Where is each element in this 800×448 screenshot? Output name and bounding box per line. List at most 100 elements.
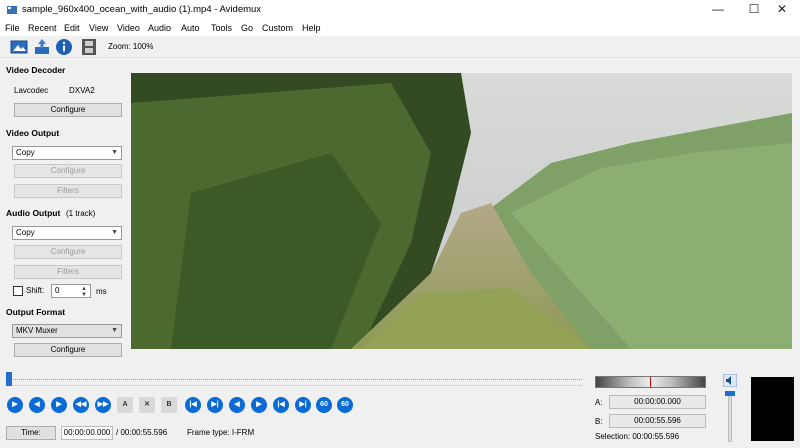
menu-help[interactable]: Help <box>302 23 321 33</box>
previous-frame-button[interactable]: ◀ <box>29 397 45 413</box>
marker-b-field[interactable]: 00:00:55.596 <box>609 414 706 428</box>
video-configure-button[interactable]: Configure <box>14 164 122 178</box>
muxer-value: MKV Muxer <box>16 326 58 335</box>
video-codec-value: Copy <box>16 148 35 157</box>
info-icon[interactable] <box>55 38 73 56</box>
set-marker-b-icon: B <box>166 401 172 408</box>
selection-duration: Selection: 00:00:55.596 <box>595 432 680 441</box>
menu-video[interactable]: Video <box>117 23 140 33</box>
avidemux-app-icon <box>7 6 17 14</box>
clear-markers-icon: ✕ <box>144 401 150 408</box>
jog-center-marker <box>650 377 651 387</box>
back-60s-icon: 60 <box>320 401 328 408</box>
time-button[interactable]: Time: <box>6 426 56 440</box>
total-time: / 00:00:55.596 <box>116 428 168 437</box>
menu-view[interactable]: View <box>89 23 108 33</box>
marker-a-label: A: <box>595 398 603 407</box>
fast-forward-button[interactable]: ▶▶ <box>95 397 111 413</box>
rewind-icon: ◀◀ <box>75 401 87 408</box>
next-keyframe-button[interactable]: ▶| <box>207 397 223 413</box>
previous-keyframe-icon: |◀ <box>189 401 197 408</box>
chevron-down-icon: ▼ <box>111 149 118 156</box>
set-marker-a-button[interactable]: A <box>117 397 133 413</box>
video-filters-button[interactable]: Filters <box>14 184 122 198</box>
decoder-configure-button[interactable]: Configure <box>14 103 122 117</box>
minimize-button[interactable]: — <box>700 0 736 20</box>
shift-spinbox[interactable]: 0 ▲ ▼ <box>51 284 91 298</box>
previous-keyframe-button[interactable]: |◀ <box>185 397 201 413</box>
shift-label: Shift: <box>26 286 45 295</box>
chevron-down-icon: ▼ <box>111 327 118 334</box>
rewind-button[interactable]: ◀◀ <box>73 397 89 413</box>
previous-black-frame-icon: ◀ <box>234 401 240 408</box>
previous-black-frame-button[interactable]: ◀ <box>229 397 245 413</box>
timeline-slider[interactable] <box>4 369 586 391</box>
goto-end-icon: ▶| <box>299 401 307 408</box>
menu-tools[interactable]: Tools <box>211 23 232 33</box>
menu-auto[interactable]: Auto <box>181 23 200 33</box>
output-format-title: Output Format <box>6 307 66 317</box>
decoder-label: Lavcodec <box>14 86 49 95</box>
window-title: sample_960x400_ocean_with_audio (1).mp4 … <box>22 4 262 15</box>
next-black-frame-button[interactable]: ▶ <box>251 397 267 413</box>
goto-start-button[interactable]: |◀ <box>273 397 289 413</box>
timeline-handle[interactable] <box>6 372 12 386</box>
volume-slider[interactable] <box>725 391 735 442</box>
set-marker-a-icon: A <box>122 401 128 408</box>
audio-output-title: Audio Output <box>6 208 61 218</box>
menu-recent[interactable]: Recent <box>28 23 57 33</box>
menu-audio[interactable]: Audio <box>148 23 171 33</box>
audio-codec-value: Copy <box>16 228 35 237</box>
open-file-icon[interactable] <box>10 38 28 56</box>
audio-meter <box>751 377 794 441</box>
play-button[interactable]: ▶ <box>7 397 23 413</box>
goto-end-button[interactable]: ▶| <box>295 397 311 413</box>
set-marker-b-button[interactable]: B <box>161 397 177 413</box>
play-icon: ▶ <box>12 401 18 408</box>
menu-file[interactable]: File <box>5 23 20 33</box>
next-frame-icon: ▶ <box>56 401 62 408</box>
shift-checkbox[interactable] <box>13 286 23 296</box>
marker-b-label: B: <box>595 417 603 426</box>
menu-edit[interactable]: Edit <box>64 23 80 33</box>
marker-a-field[interactable]: 00:00:00.000 <box>609 395 706 409</box>
film-strip-icon[interactable] <box>80 38 98 56</box>
audio-codec-select[interactable]: Copy ▼ <box>12 226 122 240</box>
title-bar: sample_960x400_ocean_with_audio (1).mp4 … <box>0 0 800 20</box>
video-codec-select[interactable]: Copy ▼ <box>12 146 122 160</box>
audio-configure-button[interactable]: Configure <box>14 245 122 259</box>
zoom-level: Zoom: 100% <box>108 42 154 51</box>
shift-value: 0 <box>55 286 60 295</box>
next-black-frame-icon: ▶ <box>256 401 262 408</box>
menu-custom[interactable]: Custom <box>262 23 293 33</box>
muxer-select[interactable]: MKV Muxer ▼ <box>12 324 122 338</box>
audio-filters-button[interactable]: Filters <box>14 265 122 279</box>
shuttle-jog-bar[interactable] <box>595 376 706 388</box>
video-output-title: Video Output <box>6 128 60 138</box>
shift-unit: ms <box>96 287 107 296</box>
next-frame-button[interactable]: ▶ <box>51 397 67 413</box>
speaker-icon[interactable] <box>723 374 737 387</box>
muxer-configure-button[interactable]: Configure <box>14 343 122 357</box>
forward-60s-button[interactable]: 60 <box>337 397 353 413</box>
frame-type: Frame type: I-FRM <box>187 428 255 437</box>
chevron-down-icon: ▼ <box>111 229 118 236</box>
menu-go[interactable]: Go <box>241 23 253 33</box>
current-time-field[interactable]: 00:00:00.000 <box>61 426 113 440</box>
close-button[interactable]: ✕ <box>764 0 800 20</box>
menu-bar: File Recent Edit View Video Audio Auto T… <box>0 20 800 36</box>
clear-markers-button[interactable]: ✕ <box>139 397 155 413</box>
save-file-icon[interactable] <box>33 38 51 56</box>
audio-track-count: (1 track) <box>66 209 96 218</box>
volume-handle[interactable] <box>725 391 735 396</box>
toolbar: Zoom: 100% <box>0 36 800 58</box>
spin-arrows-icon: ▲ ▼ <box>81 286 87 298</box>
timeline-track <box>10 379 582 380</box>
video-preview <box>131 73 792 349</box>
timeline-ticks <box>10 385 582 386</box>
fast-forward-icon: ▶▶ <box>97 401 109 408</box>
next-keyframe-icon: ▶| <box>211 401 219 408</box>
previous-frame-icon: ◀ <box>34 401 40 408</box>
back-60s-button[interactable]: 60 <box>316 397 332 413</box>
video-frame-image <box>131 73 792 349</box>
